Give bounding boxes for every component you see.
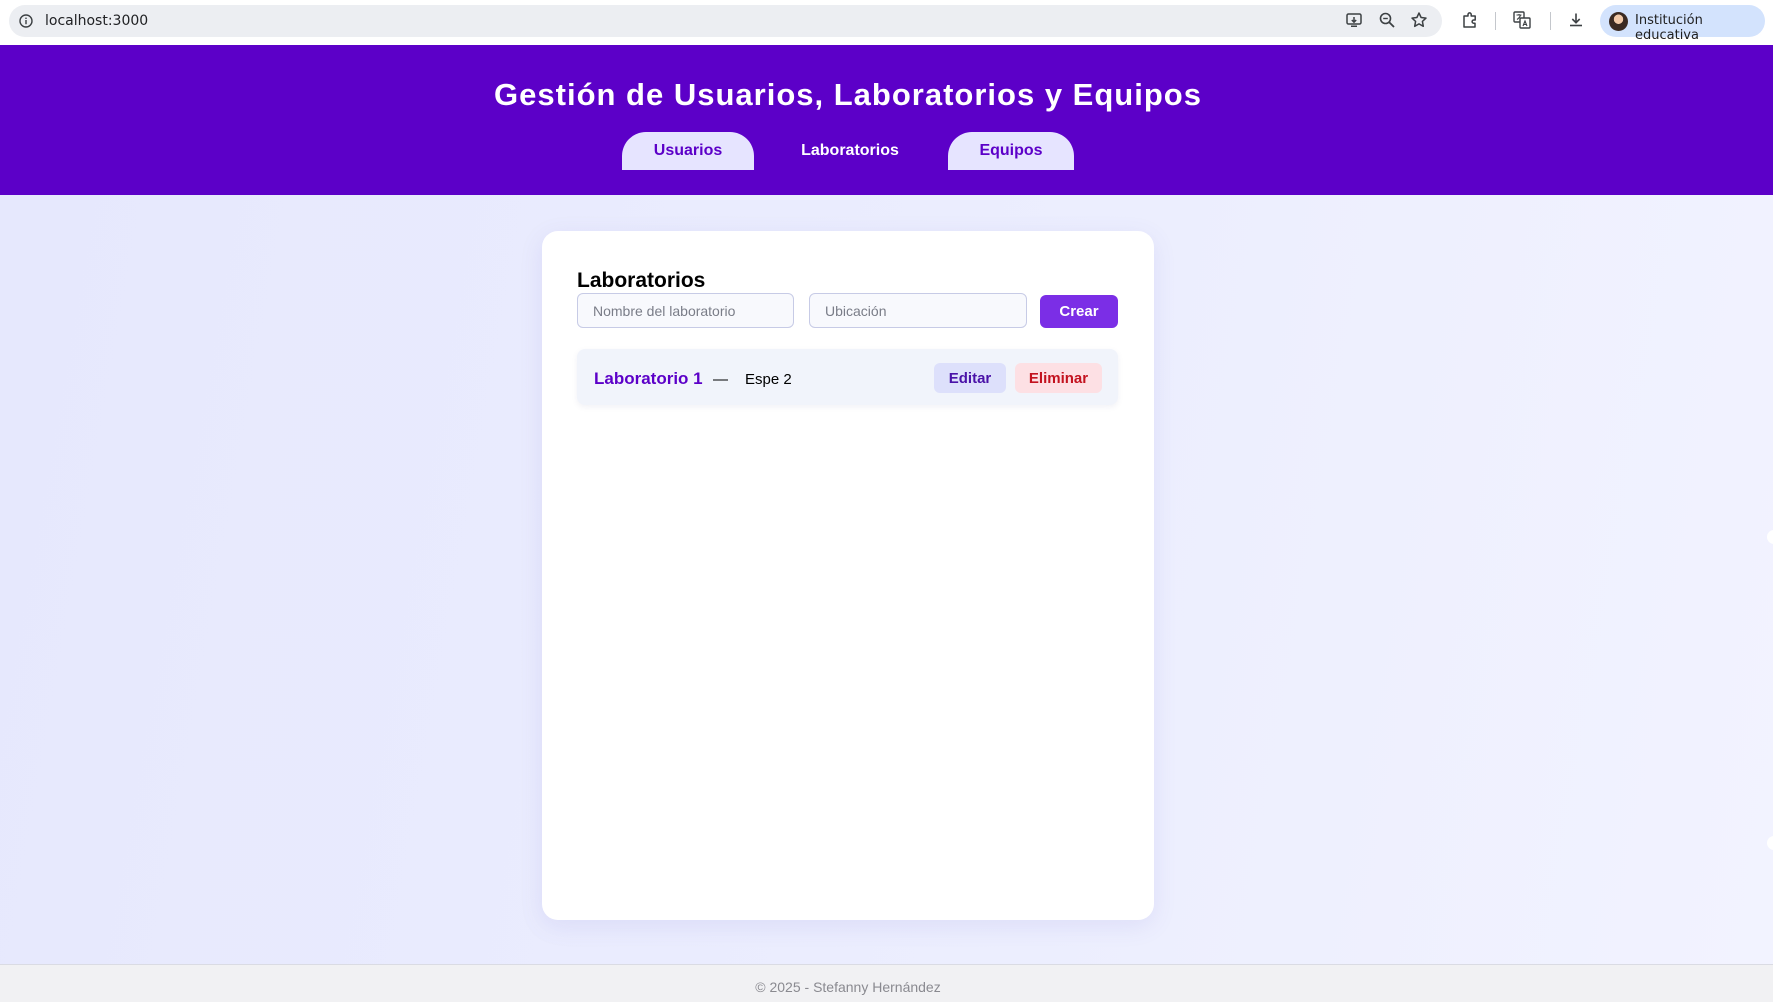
tab-laboratorios[interactable]: Laboratorios [780, 132, 920, 170]
address-bar[interactable]: localhost:3000 [9, 5, 1442, 37]
profile-chip[interactable]: Institución educativa [1600, 5, 1765, 43]
download-icon[interactable] [1566, 10, 1586, 30]
app-header: Gestión de Usuarios, Laboratorios y Equi… [0, 45, 1773, 195]
edge-handle [1767, 836, 1773, 850]
bookmark-star-icon[interactable] [1409, 10, 1429, 30]
profile-name: Institución educativa [1635, 13, 1703, 43]
section-title: Laboratorios [577, 269, 706, 292]
toolbar-separator [1550, 12, 1551, 30]
toolbar-separator [1495, 12, 1496, 30]
edge-handle [1767, 530, 1773, 544]
translate-icon[interactable] [1512, 10, 1532, 30]
lab-location-input[interactable] [809, 293, 1027, 328]
delete-button[interactable]: Eliminar [1015, 363, 1102, 393]
tab-usuarios[interactable]: Usuarios [622, 132, 754, 170]
avatar [1609, 12, 1628, 31]
info-icon[interactable] [19, 14, 33, 28]
lab-name: Laboratorio 1 [594, 369, 703, 388]
footer: © 2025 - Stefanny Hernández [0, 964, 1773, 1002]
lab-location: Espe 2 [745, 371, 792, 388]
zoom-icon[interactable] [1377, 10, 1397, 30]
address-url[interactable]: localhost:3000 [45, 13, 148, 29]
list-item: Laboratorio 1 — Espe 2 Editar Eliminar [577, 349, 1118, 405]
install-app-icon[interactable] [1344, 10, 1364, 30]
lab-separator: — [713, 371, 728, 388]
create-button[interactable]: Crear [1040, 295, 1118, 328]
tab-equipos[interactable]: Equipos [948, 132, 1074, 170]
main-content: Laboratorios Crear Laboratorio 1 — Espe … [0, 195, 1773, 964]
extensions-icon[interactable] [1460, 10, 1480, 30]
browser-toolbar: localhost:3000 Institución educativa [0, 0, 1773, 45]
edit-button[interactable]: Editar [934, 363, 1006, 393]
footer-text: © 2025 - Stefanny Hernández [755, 979, 941, 995]
lab-name-input[interactable] [577, 293, 794, 328]
page-title: Gestión de Usuarios, Laboratorios y Equi… [494, 77, 1202, 112]
laboratorios-panel: Laboratorios Crear Laboratorio 1 — Espe … [542, 231, 1154, 920]
